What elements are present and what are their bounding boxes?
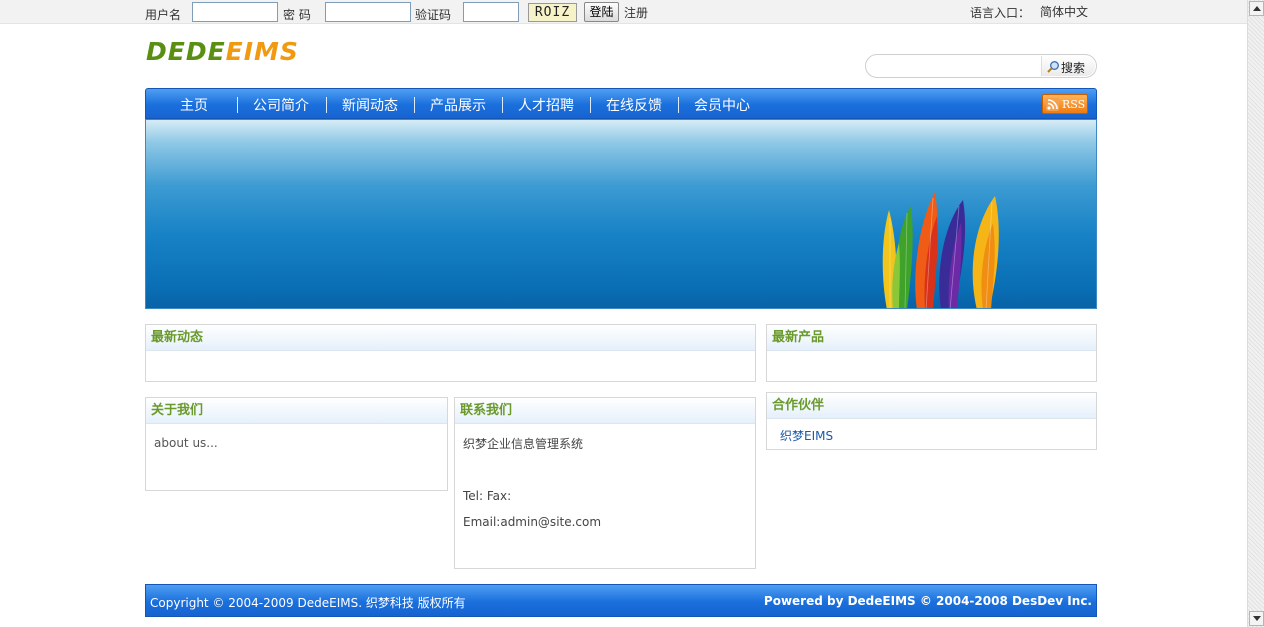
nav-separator [502,97,503,113]
latest-news-panel: 最新动态 [145,324,756,382]
login-button[interactable]: 登陆 [584,2,619,22]
nav-separator [326,97,327,113]
contact-us-panel: 联系我们 织梦企业信息管理系统 Tel: Fax: Email:admin@si… [454,397,756,569]
latest-products-panel: 最新产品 [766,324,1097,382]
captcha-image[interactable]: ROIZ [528,3,577,22]
logo-text-eims: EIMS [225,37,299,66]
nav-item-news[interactable]: 新闻动态 [342,95,398,115]
banner-image [145,119,1097,309]
nav-item-company-profile[interactable]: 公司简介 [253,95,309,115]
password-label: 密 码 [283,8,311,22]
rss-icon [1046,98,1059,111]
feathers-illustration [882,192,999,308]
search-box: 搜索 [865,54,1097,78]
search-button[interactable]: 搜索 [1041,56,1095,76]
language-label: 语言入口： [970,6,1031,20]
contact-tel-fax: Tel: Fax: [463,489,512,503]
language-link-simplified-chinese[interactable]: 简体中文 [1040,3,1088,20]
about-us-title: 关于我们 [146,398,447,424]
nav-separator [237,97,238,113]
nav-item-home[interactable]: 主页 [180,95,208,115]
footer-powered-by: Powered by DedeEIMS © 2004-2008 DesDev I… [763,594,1092,608]
search-icon [1047,61,1059,73]
nav-item-products[interactable]: 产品展示 [430,95,486,115]
arrow-up-icon [1253,6,1261,11]
footer-copyright: Copyright © 2004-2009 DedeEIMS. 织梦科技 版权所… [150,596,466,610]
nav-separator [678,97,679,113]
latest-news-title: 最新动态 [146,325,755,351]
nav-separator [414,97,415,113]
partners-panel: 合作伙伴 织梦EIMS [766,392,1097,450]
arrow-down-icon [1253,616,1261,621]
partner-link-dedeeims[interactable]: 织梦EIMS [780,427,833,444]
scroll-up-button[interactable] [1249,1,1264,16]
rss-button[interactable]: RSS [1042,94,1088,114]
footer: Copyright © 2004-2009 DedeEIMS. 织梦科技 版权所… [145,584,1097,617]
page: 用户名 密 码 验证码 ROIZ 登陆 注册 语言入口： 简体中文 DEDEEI… [0,0,1264,627]
scroll-down-button[interactable] [1249,611,1264,626]
logo-text-dede: DEDE [146,37,226,66]
contact-email: Email:admin@site.com [463,515,602,529]
login-bar: 用户名 密 码 验证码 ROIZ 登陆 注册 语言入口： 简体中文 [0,0,1247,24]
nav-item-feedback[interactable]: 在线反馈 [606,95,662,115]
search-input[interactable] [872,57,1040,75]
nav-separator [590,97,591,113]
contact-company-name: 织梦企业信息管理系统 [463,437,584,451]
partners-title: 合作伙伴 [767,393,1096,419]
latest-products-title: 最新产品 [767,325,1096,351]
contact-us-title: 联系我们 [455,398,755,424]
register-link[interactable]: 注册 [624,4,648,21]
captcha-input[interactable] [463,2,519,22]
vertical-scrollbar[interactable] [1247,0,1264,627]
nav-item-jobs[interactable]: 人才招聘 [518,95,574,115]
main-nav: 主页 公司简介 新闻动态 产品展示 人才招聘 在线反馈 会员中心 RSS [145,88,1097,119]
about-us-panel: 关于我们 about us... [145,397,448,491]
password-input[interactable] [325,2,411,22]
rss-label: RSS [1062,98,1086,111]
captcha-label: 验证码 [415,8,452,22]
search-button-label: 搜索 [1061,61,1086,75]
username-label: 用户名 [145,8,182,22]
nav-item-member-center[interactable]: 会员中心 [694,95,750,115]
about-us-text: about us... [154,436,218,450]
site-logo[interactable]: DEDEEIMS [146,38,299,66]
username-input[interactable] [192,2,278,22]
